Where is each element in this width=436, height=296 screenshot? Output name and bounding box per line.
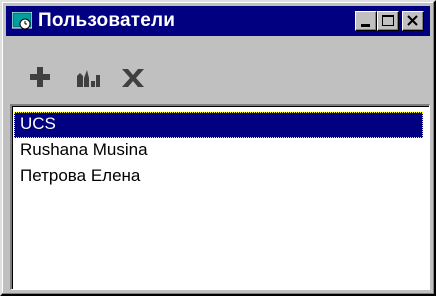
maximize-button[interactable]	[377, 11, 399, 31]
users-list[interactable]: UCS Rushana Musina Петрова Елена	[10, 104, 430, 290]
users-window-icon[interactable]	[12, 12, 32, 30]
list-item-selected[interactable]: UCS	[14, 112, 423, 138]
minimize-button[interactable]	[355, 11, 377, 31]
minimize-icon	[361, 24, 370, 27]
toolbar	[6, 40, 430, 98]
title-bar[interactable]: Пользователи	[6, 6, 430, 36]
list-item[interactable]: Rushana Musina	[14, 138, 423, 164]
delete-user-button[interactable]	[118, 64, 148, 92]
edit-user-icon	[77, 70, 100, 87]
users-window: Пользователи UCS Rushana Musina Петрова …	[0, 0, 436, 296]
maximize-icon	[382, 15, 394, 26]
plus-icon	[30, 67, 50, 87]
close-icon	[407, 15, 418, 26]
title-buttons	[355, 11, 424, 31]
close-button[interactable]	[402, 11, 424, 31]
delete-x-icon	[122, 69, 144, 87]
list-item[interactable]: Петрова Елена	[14, 164, 423, 190]
edit-user-button[interactable]	[74, 64, 104, 92]
window-title: Пользователи	[38, 10, 176, 31]
add-user-button[interactable]	[26, 64, 56, 92]
